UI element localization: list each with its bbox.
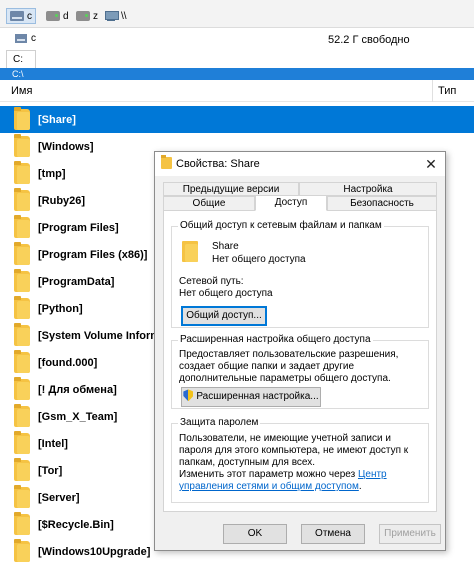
- folder-icon: [14, 485, 30, 508]
- tab-general[interactable]: Общие: [163, 196, 255, 211]
- list-item-label: [found.000]: [38, 357, 98, 369]
- advanced-sharing-button-label: Расширенная настройка...: [196, 391, 319, 402]
- password-protection-group: Защита паролем Пользователи, не имеющие …: [171, 417, 429, 503]
- password-protection-description: Пользователи, не имеющие учетной записи …: [179, 433, 409, 468]
- network-share-group: Общий доступ к сетевым файлам и папкам S…: [171, 220, 429, 328]
- share-status: Нет общего доступа: [212, 254, 306, 265]
- drive-network-label: \\: [121, 10, 127, 22]
- list-item-label: [ProgramData]: [38, 276, 115, 288]
- free-space-text: 52.2 Г свободно: [328, 34, 410, 46]
- list-item-label: [Gsm_X_Team]: [38, 411, 118, 423]
- list-item-label: [Intel]: [38, 438, 68, 450]
- drive-z-icon: [76, 11, 90, 21]
- advanced-sharing-group: Расширенная настройка общего доступа Пре…: [171, 334, 429, 409]
- folder-icon: [182, 241, 198, 262]
- folder-icon: [14, 161, 30, 184]
- advanced-sharing-description: Предоставляет пользовательские разрешени…: [179, 349, 399, 384]
- drive-z-label: z: [93, 10, 98, 22]
- folder-icon: [14, 269, 30, 292]
- tab-security[interactable]: Безопасность: [327, 196, 437, 211]
- folder-icon: [14, 350, 30, 373]
- column-type-header[interactable]: Тип: [438, 85, 456, 97]
- advanced-sharing-group-title: Расширенная настройка общего доступа: [178, 334, 373, 345]
- list-item-label: [Ruby26]: [38, 195, 86, 207]
- folder-icon: [14, 458, 30, 481]
- list-item-label: [Windows]: [38, 141, 94, 153]
- list-item[interactable]: [Share]: [0, 106, 474, 133]
- drive-d-icon: [46, 11, 60, 21]
- dialog-title-bar[interactable]: Свойства: Share ✕: [155, 152, 445, 176]
- list-item-label: [Python]: [38, 303, 83, 315]
- folder-icon: [14, 377, 30, 400]
- password-protection-group-title: Защита паролем: [178, 417, 261, 428]
- list-item-label: [Windows10Upgrade]: [38, 546, 151, 558]
- share-folder-name: Share: [212, 241, 239, 252]
- current-path-bar: C:\: [0, 68, 474, 80]
- folder-icon: [14, 242, 30, 265]
- list-item-label: [Tor]: [38, 465, 63, 477]
- list-item-label: [Program Files (x86)]: [38, 249, 148, 261]
- dialog-title: Свойства: Share: [176, 158, 260, 170]
- properties-dialog: Свойства: Share ✕ Предыдущие версии Наст…: [154, 151, 446, 551]
- folder-icon: [14, 431, 30, 454]
- folder-icon: [14, 323, 30, 346]
- list-item-label: [tmp]: [38, 168, 66, 180]
- ok-button[interactable]: OK: [223, 524, 287, 544]
- tab-customize[interactable]: Настройка: [299, 182, 437, 196]
- drive-info-line: c 52.2 Г свободно: [0, 28, 474, 50]
- current-drive-icon: [15, 34, 27, 43]
- network-share-group-title: Общий доступ к сетевым файлам и папкам: [178, 220, 384, 231]
- drive-c-label: c: [27, 10, 32, 22]
- path-tab[interactable]: C:: [6, 50, 36, 68]
- list-item-label: [Server]: [38, 492, 80, 504]
- cancel-button[interactable]: Отмена: [301, 524, 365, 544]
- drive-c-icon: [10, 11, 24, 21]
- current-drive[interactable]: c: [15, 33, 36, 44]
- folder-icon: [14, 188, 30, 211]
- drive-bar: c d z \\: [0, 0, 474, 28]
- folder-icon: [14, 296, 30, 319]
- network-drive-icon: [104, 11, 119, 21]
- drive-button-network[interactable]: \\: [104, 9, 127, 23]
- network-path-value: Нет общего доступа: [179, 288, 273, 299]
- current-drive-label: c: [31, 33, 36, 44]
- drive-d-label: d: [63, 10, 69, 22]
- sharing-panel: Общий доступ к сетевым файлам и папкам S…: [163, 210, 437, 512]
- password-protection-change-text: Изменить этот параметр можно через Центр…: [179, 469, 425, 493]
- drive-button-z[interactable]: z: [76, 9, 98, 23]
- drive-button-c[interactable]: c: [6, 8, 36, 24]
- list-item-label: [Program Files]: [38, 222, 119, 234]
- tab-sharing[interactable]: Доступ: [255, 195, 327, 211]
- list-item-label: [$Recycle.Bin]: [38, 519, 114, 531]
- file-manager-window: c d z \\ c 52.2 Г свободно C: C:\ Имя Ти…: [0, 0, 474, 565]
- column-header: Имя Тип: [0, 80, 474, 102]
- uac-shield-icon: [183, 389, 194, 402]
- list-item-label: [! Для обмена]: [38, 384, 117, 396]
- apply-button[interactable]: Применить: [379, 524, 441, 544]
- column-name-header[interactable]: Имя: [11, 85, 32, 97]
- network-path-label: Сетевой путь:: [179, 276, 244, 287]
- link-tail: .: [358, 481, 362, 492]
- folder-icon: [14, 404, 30, 427]
- folder-icon: [161, 155, 172, 169]
- drive-button-d[interactable]: d: [46, 9, 69, 23]
- close-icon[interactable]: ✕: [419, 154, 443, 174]
- folder-icon: [14, 512, 30, 535]
- list-item-label: [Share]: [38, 114, 76, 126]
- folder-icon: [14, 215, 30, 238]
- change-setting-text: Изменить этот параметр можно через: [179, 469, 356, 480]
- share-button[interactable]: Общий доступ...: [181, 306, 267, 326]
- advanced-sharing-button[interactable]: Расширенная настройка...: [181, 387, 321, 407]
- folder-icon: [14, 134, 30, 157]
- column-separator[interactable]: [432, 80, 433, 102]
- folder-icon: [14, 539, 30, 562]
- tab-previous-versions[interactable]: Предыдущие версии: [163, 182, 299, 196]
- folder-icon: [14, 107, 30, 130]
